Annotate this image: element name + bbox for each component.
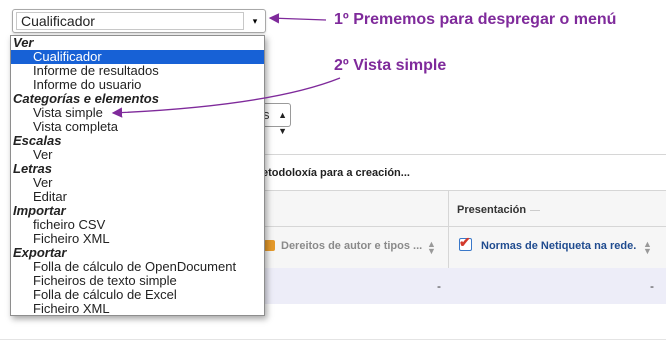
arrow-step-1 [268,13,327,24]
annotation-arrows [111,13,341,118]
arrow-step-2 [111,77,341,118]
